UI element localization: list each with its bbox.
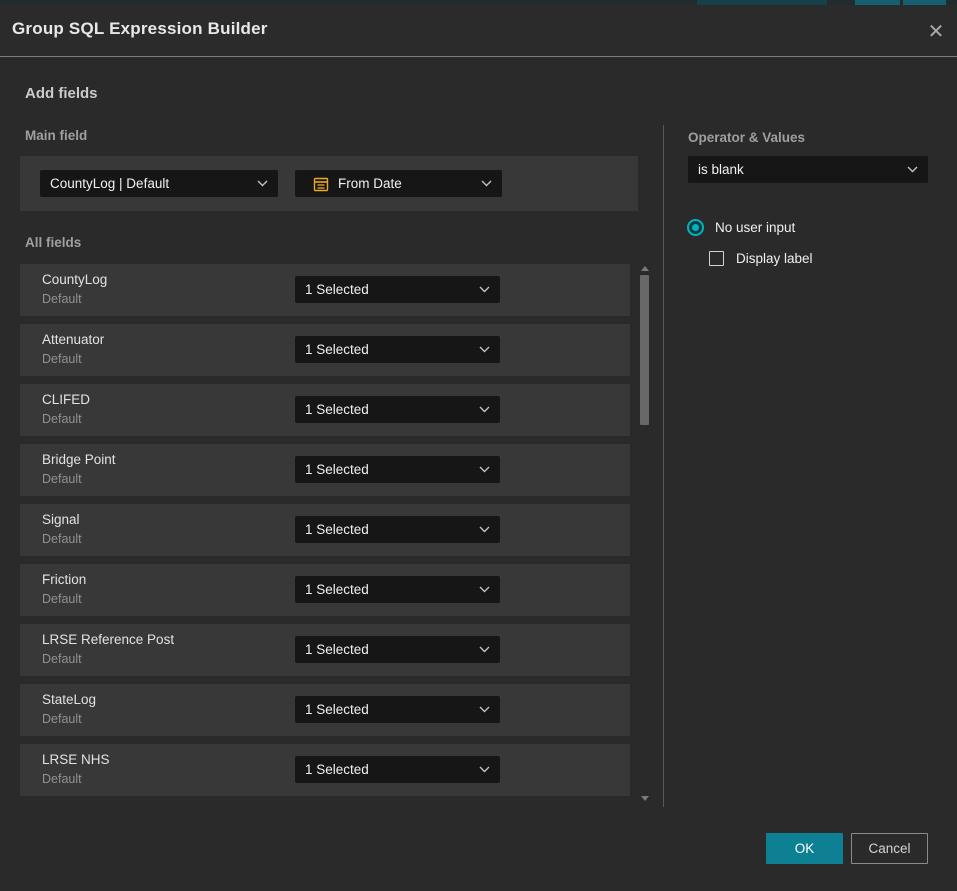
field-selected-value: 1 Selected (305, 582, 471, 597)
field-name: CountyLog (42, 272, 107, 287)
main-field-label: Main field (25, 128, 87, 143)
field-sublabel: Default (42, 352, 82, 366)
field-name: StateLog (42, 692, 96, 707)
close-icon[interactable]: ✕ (921, 16, 951, 46)
field-row: LRSE NHS Default 1 Selected (20, 744, 630, 796)
no-user-input-radio[interactable]: No user input (687, 219, 795, 236)
dialog-title: Group SQL Expression Builder (12, 19, 268, 39)
field-selected-dropdown[interactable]: 1 Selected (295, 576, 500, 603)
field-selected-dropdown[interactable]: 1 Selected (295, 516, 500, 543)
group-sql-expression-builder-dialog: Group SQL Expression Builder ✕ Add field… (0, 5, 957, 891)
field-sublabel: Default (42, 412, 82, 426)
chevron-down-icon (479, 286, 490, 293)
field-row: Friction Default 1 Selected (20, 564, 630, 616)
main-layer-select[interactable]: CountyLog | Default (40, 170, 278, 197)
field-name: LRSE NHS (42, 752, 110, 767)
chevron-down-icon (479, 406, 490, 413)
main-date-field-select[interactable]: From Date (295, 170, 502, 197)
field-name: Signal (42, 512, 80, 527)
field-selected-dropdown[interactable]: 1 Selected (295, 456, 500, 483)
field-sublabel: Default (42, 472, 82, 486)
field-sublabel: Default (42, 712, 82, 726)
chevron-down-icon (479, 526, 490, 533)
field-sublabel: Default (42, 532, 82, 546)
field-sublabel: Default (42, 592, 82, 606)
field-row: Bridge Point Default 1 Selected (20, 444, 630, 496)
no-user-input-label: No user input (715, 220, 795, 235)
display-label-checkbox[interactable]: Display label (709, 251, 813, 266)
field-name: Attenuator (42, 332, 104, 347)
checkbox-unchecked-icon (709, 251, 724, 266)
ok-button[interactable]: OK (766, 833, 843, 864)
field-name: Bridge Point (42, 452, 116, 467)
field-name: Friction (42, 572, 86, 587)
scroll-up-icon[interactable] (641, 266, 649, 271)
titlebar-divider (0, 56, 957, 57)
chevron-down-icon (479, 346, 490, 353)
field-selected-dropdown[interactable]: 1 Selected (295, 276, 500, 303)
main-date-field-value: From Date (338, 176, 473, 191)
field-sublabel: Default (42, 772, 82, 786)
operator-select[interactable]: is blank (688, 156, 928, 183)
calendar-icon (313, 176, 329, 192)
field-selected-dropdown[interactable]: 1 Selected (295, 336, 500, 363)
field-selected-value: 1 Selected (305, 402, 471, 417)
field-name: LRSE Reference Post (42, 632, 174, 647)
field-row: Attenuator Default 1 Selected (20, 324, 630, 376)
operator-select-value: is blank (698, 162, 899, 177)
field-selected-dropdown[interactable]: 1 Selected (295, 396, 500, 423)
dialog-titlebar: Group SQL Expression Builder ✕ (0, 5, 957, 56)
radio-selected-icon (687, 219, 704, 236)
field-selected-value: 1 Selected (305, 522, 471, 537)
field-selected-value: 1 Selected (305, 282, 471, 297)
field-sublabel: Default (42, 652, 82, 666)
chevron-down-icon (481, 180, 492, 187)
display-label-label: Display label (736, 251, 813, 266)
field-selected-value: 1 Selected (305, 702, 471, 717)
chevron-down-icon (479, 706, 490, 713)
screen: Group SQL Expression Builder ✕ Add field… (0, 0, 957, 891)
field-name: CLIFED (42, 392, 90, 407)
chevron-down-icon (257, 180, 268, 187)
field-selected-value: 1 Selected (305, 762, 471, 777)
field-selected-value: 1 Selected (305, 642, 471, 657)
field-row: Signal Default 1 Selected (20, 504, 630, 556)
field-selected-dropdown[interactable]: 1 Selected (295, 756, 500, 783)
main-layer-select-value: CountyLog | Default (50, 176, 249, 191)
field-selected-value: 1 Selected (305, 342, 471, 357)
cancel-button[interactable]: Cancel (851, 833, 928, 864)
chevron-down-icon (479, 586, 490, 593)
chevron-down-icon (479, 766, 490, 773)
chevron-down-icon (479, 646, 490, 653)
scroll-down-icon[interactable] (641, 796, 649, 801)
chevron-down-icon (907, 166, 918, 173)
scrollbar-thumb[interactable] (640, 275, 649, 425)
panel-divider (663, 125, 664, 807)
field-row: LRSE Reference Post Default 1 Selected (20, 624, 630, 676)
field-row: CLIFED Default 1 Selected (20, 384, 630, 436)
field-row: CountyLog Default 1 Selected (20, 264, 630, 316)
operator-values-heading: Operator & Values (688, 130, 805, 145)
field-selected-dropdown[interactable]: 1 Selected (295, 636, 500, 663)
chevron-down-icon (479, 466, 490, 473)
add-fields-heading: Add fields (25, 85, 98, 102)
field-sublabel: Default (42, 292, 82, 306)
field-row: StateLog Default 1 Selected (20, 684, 630, 736)
main-field-panel: CountyLog | Default From Date (20, 156, 638, 211)
all-fields-label: All fields (25, 235, 81, 250)
field-selected-value: 1 Selected (305, 462, 471, 477)
field-selected-dropdown[interactable]: 1 Selected (295, 696, 500, 723)
